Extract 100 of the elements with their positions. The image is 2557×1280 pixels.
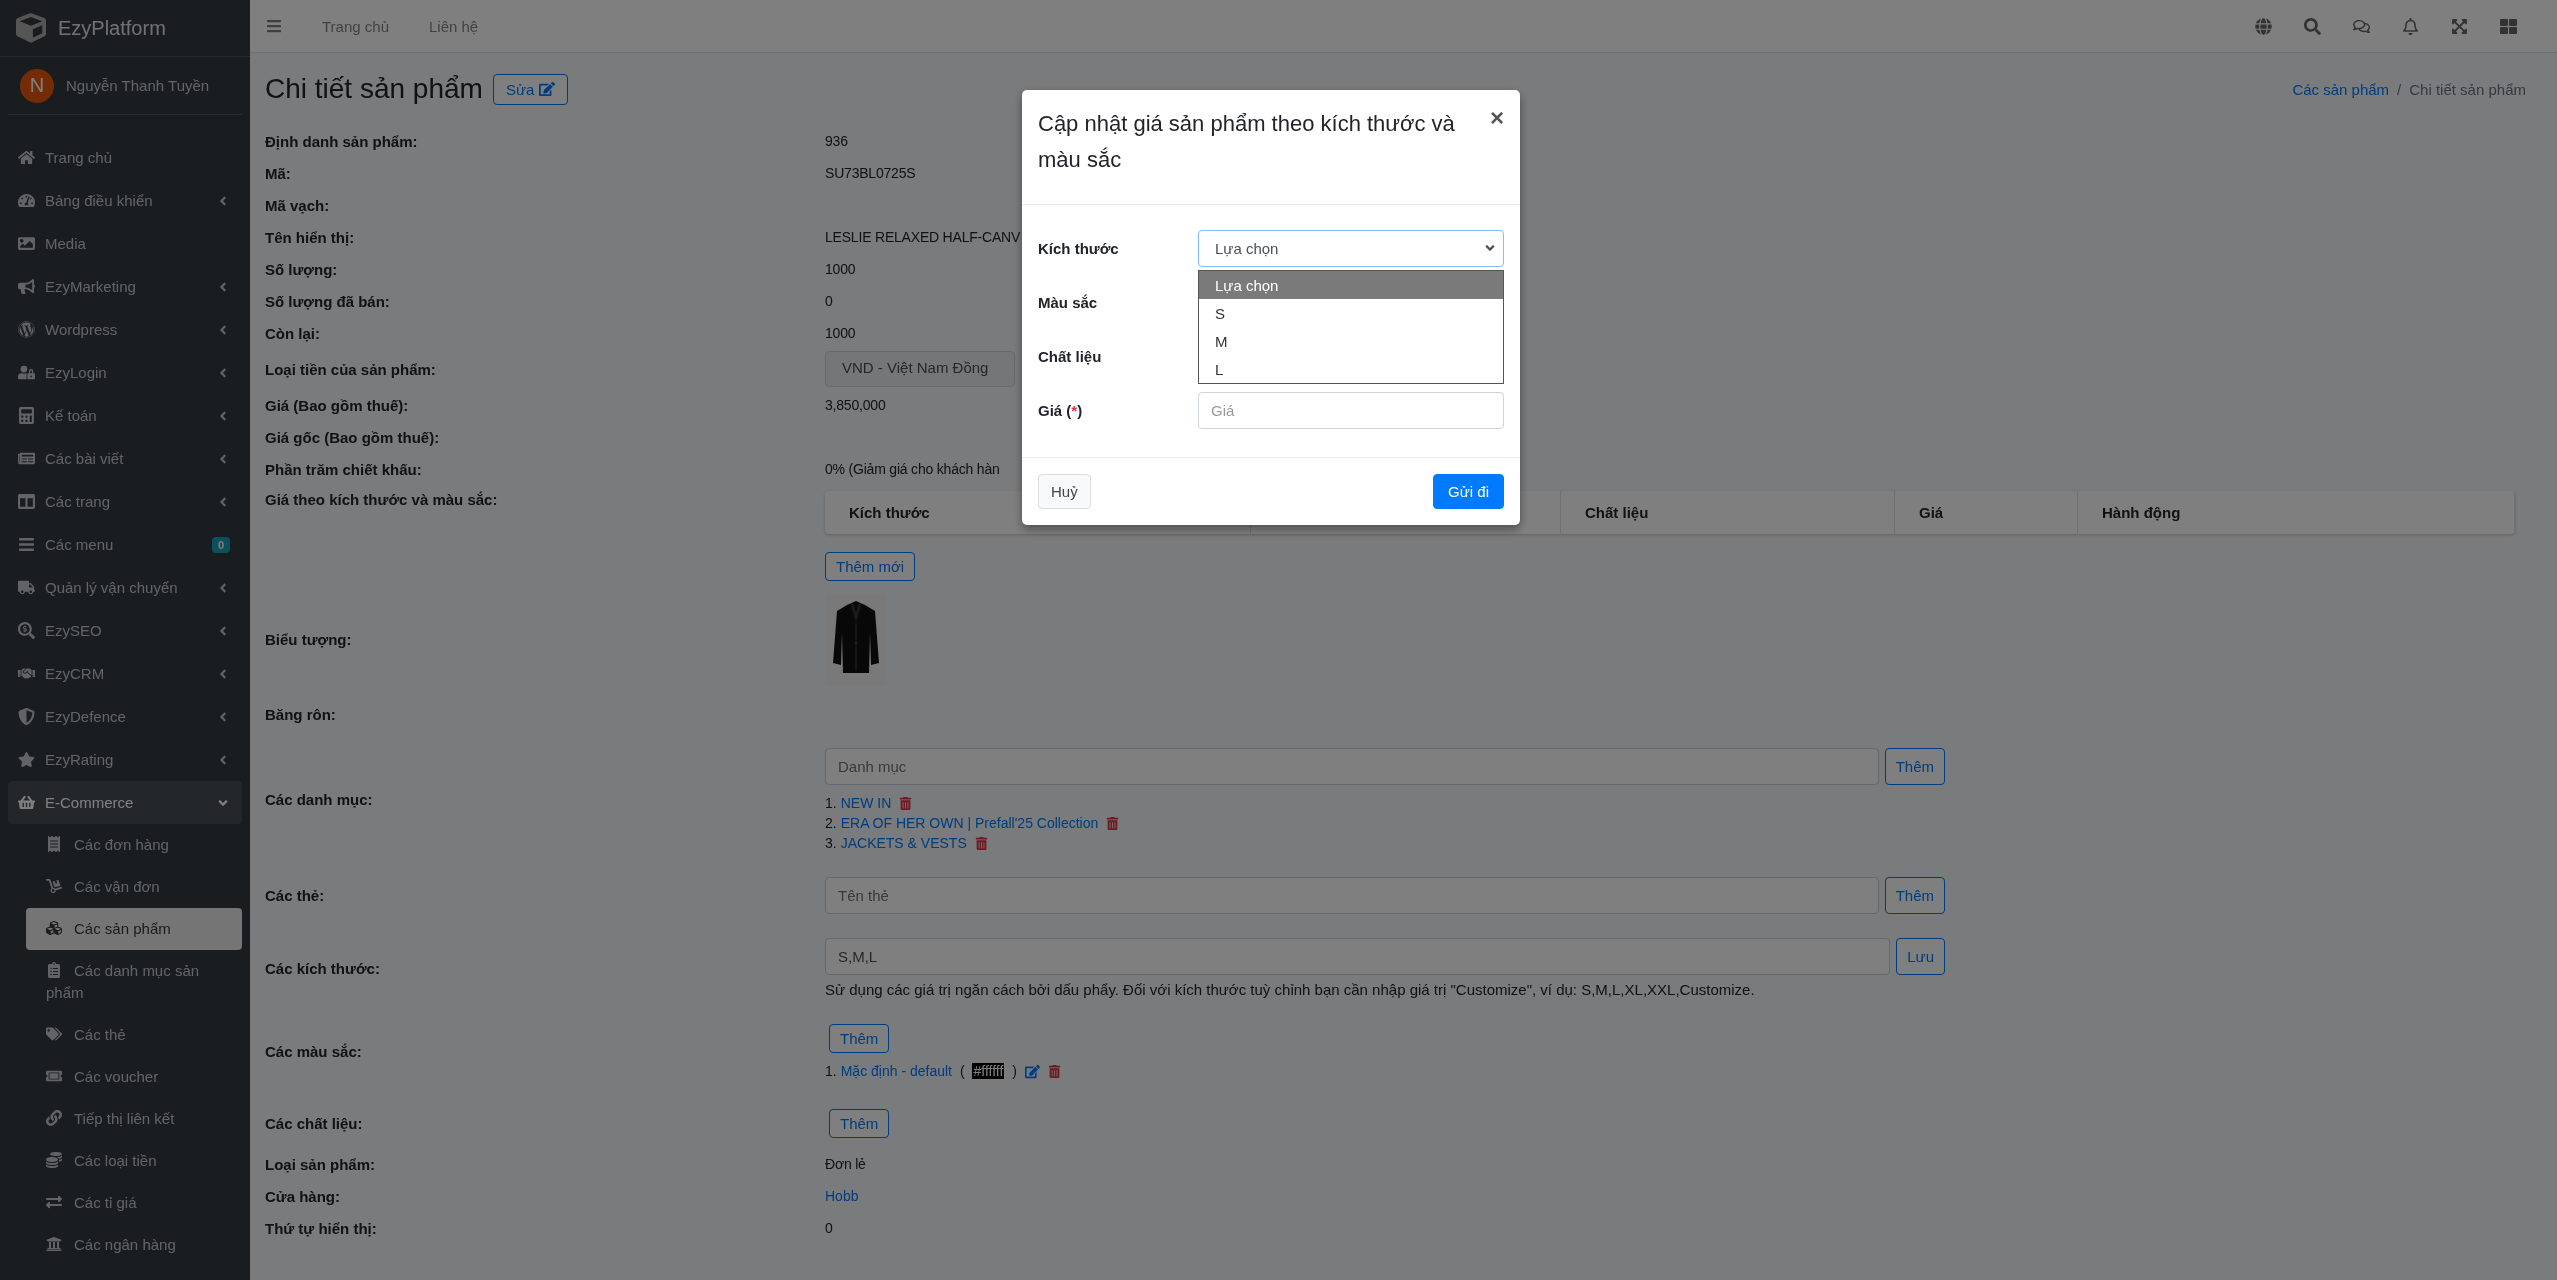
field-label: Giá (Bao gồm thuế): — [265, 396, 410, 414]
delete-icon[interactable] — [1047, 1064, 1061, 1078]
breadcrumb-link[interactable]: Các sản phẩm — [2292, 80, 2390, 98]
dolly-icon — [46, 878, 62, 894]
sidebar-item[interactable]: Các danh mục sản phẩm — [26, 950, 242, 1014]
sidebar-item[interactable]: EzyLogin — [8, 351, 242, 394]
add-new-button[interactable]: Thêm mới — [825, 552, 916, 581]
sidebar-item[interactable]: EzyCRM — [8, 652, 242, 695]
sidebar-item[interactable]: Các ngân hàng — [26, 1224, 242, 1266]
size-select[interactable]: Lựa chọn — [1198, 229, 1504, 267]
category-link[interactable]: JACKETS & VESTS — [840, 835, 967, 851]
shield-icon — [18, 708, 35, 725]
add-button[interactable]: Thêm — [829, 1109, 890, 1138]
category-link[interactable]: ERA OF HER OWN | Prefall'25 Collection — [840, 815, 1099, 831]
brand-name: EzyPlatform — [58, 16, 166, 40]
ticket-icon — [46, 1068, 62, 1084]
column-header: Giá — [1895, 491, 2078, 534]
search-icon — [18, 622, 35, 639]
bracket: ( — [960, 1063, 965, 1079]
delete-icon[interactable] — [974, 836, 988, 850]
field-label: Thứ tự hiển thị: — [265, 1219, 378, 1237]
count-badge: 0 — [211, 536, 230, 553]
field-label: Số lượng: — [265, 260, 339, 278]
page-title: Chi tiết sản phẩm — [265, 73, 483, 105]
list-number: 1. — [825, 1063, 837, 1079]
field-value: 936 — [825, 133, 848, 149]
user-lock-icon — [18, 364, 35, 381]
nav-link[interactable]: Liên hệ — [429, 17, 479, 35]
field-label: Băng rôn: — [265, 705, 337, 723]
field-value: 0% (Giảm giá cho khách hàn — [825, 461, 1000, 477]
field-value: 1000 — [825, 261, 856, 277]
star-icon — [18, 751, 35, 768]
sidebar-item[interactable]: Wordpress — [8, 308, 242, 351]
sidebar-item[interactable]: Các tỉ giá — [26, 1182, 242, 1224]
sidebar-item[interactable]: EzyMarketing — [8, 265, 242, 308]
field-label: Mã vạch: — [265, 196, 331, 214]
sidebar-item[interactable]: EzyDefence — [8, 695, 242, 738]
field-value: Đơn lẻ — [825, 1156, 866, 1172]
sidebar-item[interactable]: Trang chủ — [8, 136, 242, 179]
truck-icon — [18, 579, 35, 596]
sidebar-item[interactable]: Các thẻ — [26, 1014, 242, 1056]
sidebar-item[interactable]: Tiếp thị liên kết — [26, 1098, 242, 1140]
sidebar-item[interactable]: Bảng điều khiển — [8, 179, 242, 222]
home-icon — [18, 149, 35, 166]
sizes-field[interactable]: S,M,L — [825, 938, 1891, 975]
nav-link[interactable]: Trang chủ — [322, 17, 389, 35]
breadcrumb-separator: / — [2397, 80, 2402, 98]
handshake-icon — [18, 665, 35, 682]
clipboard-icon — [46, 962, 62, 978]
field-label: Loại sản phẩm: — [265, 1155, 377, 1173]
megaphone-icon — [18, 278, 35, 295]
sidebar-item[interactable]: Các bài viết — [8, 437, 242, 480]
field-label: Còn lại: — [265, 324, 321, 342]
newspaper-icon — [18, 450, 35, 467]
close-button[interactable]: × — [1490, 106, 1504, 130]
field-label: Chất liệu — [1038, 347, 1103, 365]
sidebar-item[interactable]: Các loại tiền — [26, 1140, 242, 1182]
submit-button[interactable]: Gửi đi — [1433, 474, 1504, 509]
sidebar-item[interactable]: EzySEO — [8, 609, 242, 652]
wordpress-icon — [18, 321, 35, 338]
tag-field[interactable]: Tên thẻ — [825, 877, 1879, 914]
edit-button[interactable]: Sửa — [492, 73, 569, 105]
breadcrumb-current: Chi tiết sản phẩm — [2409, 80, 2526, 98]
delete-icon[interactable] — [899, 796, 913, 810]
currency-select[interactable]: VND - Việt Nam Đồng — [825, 351, 1015, 387]
logo-icon — [16, 13, 46, 43]
sidebar-item[interactable]: Quản lý vận chuyển — [8, 566, 242, 609]
category-field[interactable]: Danh mục — [825, 748, 1879, 785]
bracket: ) — [1012, 1063, 1017, 1079]
store-link[interactable]: Hobb — [825, 1188, 2542, 1204]
user-name[interactable]: Nguyễn Thanh Tuyền — [66, 77, 210, 94]
columns-icon — [18, 493, 35, 510]
add-button[interactable]: Thêm — [1884, 748, 1945, 785]
dialog-title: Cập nhật giá sản phẩm theo kích thước và màu sắc — [1038, 110, 1456, 174]
save-button[interactable]: Lưu — [1896, 938, 1945, 975]
sidebar-item[interactable]: Các vận đơn — [26, 866, 242, 908]
field-label: Các chất liệu: — [265, 1115, 364, 1132]
sidebar-item[interactable]: Media — [8, 222, 242, 265]
sidebar-item[interactable]: Các trang — [8, 480, 242, 523]
field-value: 0 — [825, 1220, 833, 1236]
add-button[interactable]: Thêm — [829, 1024, 890, 1053]
sidebar-item[interactable]: Kế toán — [8, 394, 242, 437]
sidebar-item[interactable]: EzyRating — [8, 738, 242, 781]
category-link[interactable]: NEW IN — [840, 795, 892, 811]
sidebar-item[interactable]: Các voucher — [26, 1056, 242, 1098]
color-link[interactable]: Mặc định - default — [840, 1063, 952, 1079]
price-field[interactable]: Giá — [1198, 391, 1504, 429]
field-label: Giá gốc (Bao gồm thuế): — [265, 428, 441, 446]
sidebar-item[interactable]: Các sản phẩm — [26, 908, 242, 950]
delete-icon[interactable] — [1106, 816, 1120, 830]
field-label: Kích thước — [1038, 239, 1120, 257]
color-code: #ffffff — [972, 1063, 1005, 1079]
field-label: Các danh mục: — [265, 791, 374, 808]
edit-icon[interactable] — [1024, 1063, 1040, 1079]
sidebar-item[interactable]: Các menu 0 — [8, 523, 242, 566]
sidebar-item[interactable]: Các đơn hàng — [26, 824, 242, 866]
cancel-button[interactable]: Huỷ — [1038, 474, 1091, 509]
list-number: 1. — [825, 795, 837, 811]
dropdown-option[interactable]: Lựa chọn — [1199, 271, 1503, 299]
add-button[interactable]: Thêm — [1884, 877, 1945, 914]
